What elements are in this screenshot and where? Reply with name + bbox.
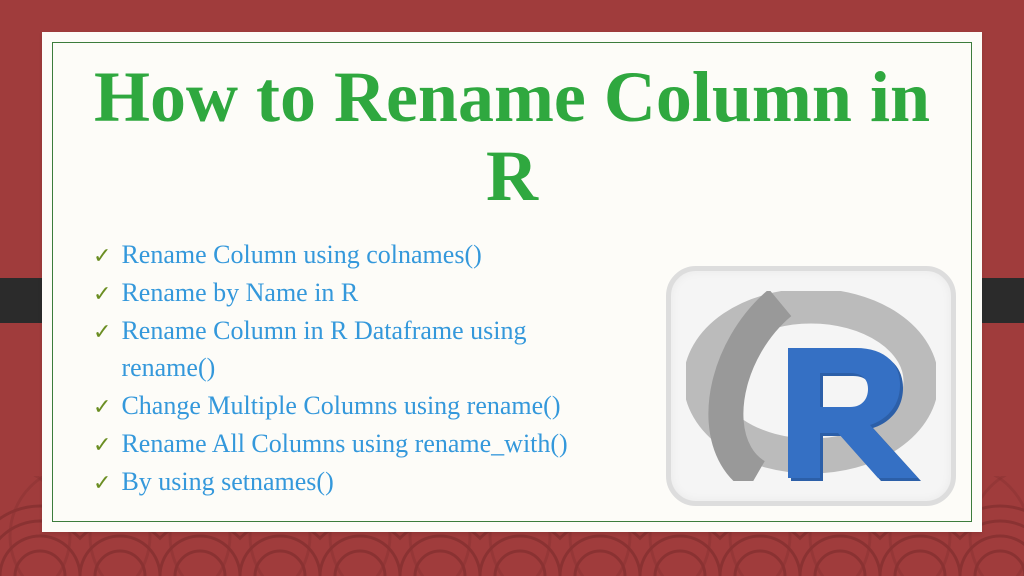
list-item: ✓ Rename Column using colnames() (93, 236, 593, 274)
list-item-text: Rename Column using colnames() (121, 236, 593, 274)
list-item-text: Change Multiple Columns using rename() (121, 387, 593, 425)
r-logo-container (666, 266, 956, 506)
list-item-text: Rename All Columns using rename_with() (121, 425, 593, 463)
list-item: ✓ Rename by Name in R (93, 274, 593, 312)
checkmark-icon: ✓ (93, 429, 111, 461)
checkmark-icon: ✓ (93, 316, 111, 348)
list-item-text: Rename Column in R Dataframe using renam… (121, 312, 593, 387)
list-item: ✓ Rename All Columns using rename_with() (93, 425, 593, 463)
list-item-text: Rename by Name in R (121, 274, 593, 312)
main-card: How to Rename Column in R ✓ Rename Colum… (42, 32, 982, 532)
r-logo-icon (686, 291, 936, 481)
list-item: ✓ Change Multiple Columns using rename() (93, 387, 593, 425)
bullet-list: ✓ Rename Column using colnames() ✓ Renam… (93, 236, 593, 500)
list-item-text: By using setnames() (121, 463, 593, 501)
checkmark-icon: ✓ (93, 240, 111, 272)
checkmark-icon: ✓ (93, 278, 111, 310)
list-item: ✓ By using setnames() (93, 463, 593, 501)
inner-border: How to Rename Column in R ✓ Rename Colum… (52, 42, 972, 522)
checkmark-icon: ✓ (93, 467, 111, 499)
list-item: ✓ Rename Column in R Dataframe using ren… (93, 312, 593, 387)
page-title: How to Rename Column in R (73, 58, 951, 216)
checkmark-icon: ✓ (93, 391, 111, 423)
